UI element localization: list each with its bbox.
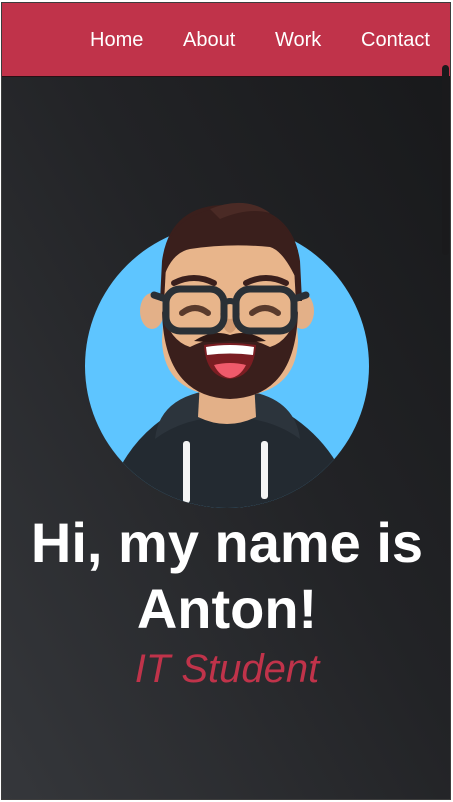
hero-subtitle: IT Student — [134, 647, 320, 691]
top-navbar: Home About Work Contact — [2, 3, 450, 77]
page-frame: Home About Work Contact Hi, my name is A… — [1, 2, 451, 800]
hero-heading-line1: Hi, my name is — [30, 511, 424, 574]
nav-link-contact[interactable]: Contact — [361, 29, 430, 52]
cartoon-avatar-icon — [85, 202, 369, 508]
hero-heading: Hi, my name is Anton! — [2, 510, 450, 642]
nav-link-work[interactable]: Work — [275, 29, 321, 52]
nav-link-home[interactable]: Home — [90, 29, 143, 52]
hero-heading-line2: Anton! — [136, 577, 318, 640]
avatar — [85, 202, 369, 508]
nav-link-about[interactable]: About — [183, 29, 235, 52]
scrollbar-thumb[interactable] — [442, 65, 449, 255]
